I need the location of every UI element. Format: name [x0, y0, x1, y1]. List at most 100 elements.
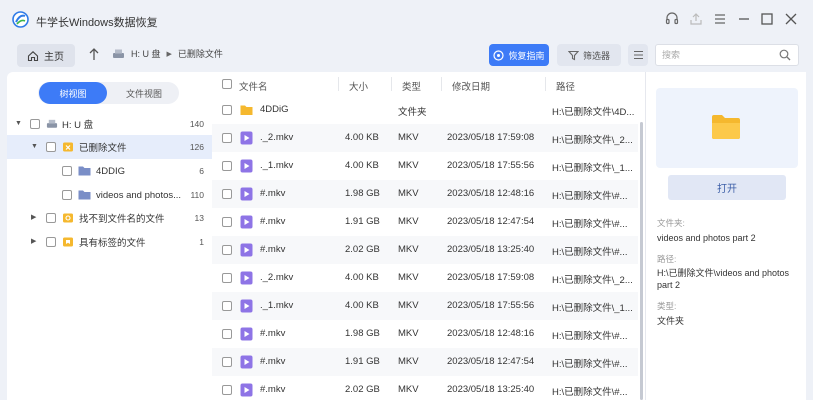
row-checkbox[interactable]: [222, 301, 232, 311]
row-checkbox[interactable]: [222, 105, 232, 115]
file-date-cell: 2023/05/18 12:47:54: [447, 216, 535, 227]
video-file-icon: [240, 271, 253, 285]
expand-arrow-icon[interactable]: ▼: [31, 143, 39, 151]
tab-tree-view[interactable]: 树视图: [39, 82, 107, 104]
tree-item-label: 具有标签的文件: [79, 238, 146, 249]
maximize-icon[interactable]: [758, 10, 776, 28]
tree-item-count: 1: [199, 237, 204, 247]
home-label: 主页: [44, 52, 64, 63]
file-size-cell: 4.00 KB: [345, 272, 379, 283]
tree-item-tagged-files[interactable]: ▶ 具有标签的文件 1: [7, 230, 212, 254]
file-list-table: 文件名 大小 类型 修改日期 路径 4DDiG 文件夹 H:\已删除文件\4D...…: [212, 72, 645, 400]
column-header-size[interactable]: 大小: [349, 79, 368, 93]
expand-arrow-icon[interactable]: ▼: [15, 120, 23, 128]
tree-item-drive[interactable]: ▼ H: U 盘 140: [7, 112, 212, 136]
file-size-cell: 1.91 GB: [345, 216, 380, 227]
column-divider[interactable]: [391, 77, 392, 91]
path-label: 路径:: [657, 254, 677, 264]
table-row[interactable]: #.mkv 1.98 GB MKV 2023/05/18 12:48:16 H:\已删除…: [212, 180, 638, 208]
recovery-guide-button[interactable]: 恢复指南: [489, 44, 549, 66]
tree-checkbox[interactable]: [46, 237, 56, 247]
expand-arrow-icon[interactable]: ▶: [31, 238, 39, 246]
tree-checkbox[interactable]: [46, 213, 56, 223]
row-checkbox[interactable]: [222, 161, 232, 171]
type-value: 文件夹: [657, 316, 685, 326]
file-type-cell: MKV: [398, 356, 419, 367]
column-header-date[interactable]: 修改日期: [452, 79, 490, 93]
file-type-cell: MKV: [398, 328, 419, 339]
folder-tree-panel: 树视图 文件视图 ▼ H: U 盘 140 ▼ 已删除文件 126 4DDIG …: [7, 72, 212, 400]
table-row[interactable]: #.mkv 2.02 GB MKV 2023/05/18 13:25:40 H:\已删除…: [212, 376, 638, 400]
search-input[interactable]: [656, 45, 766, 65]
file-size-cell: 1.91 GB: [345, 356, 380, 367]
column-divider[interactable]: [545, 77, 546, 91]
share-icon[interactable]: [687, 10, 705, 28]
row-checkbox[interactable]: [222, 329, 232, 339]
open-button[interactable]: 打开: [668, 175, 786, 200]
home-icon: [27, 50, 39, 61]
column-header-name[interactable]: 文件名: [239, 79, 268, 93]
file-path-cell: H:\已删除文件\#...: [552, 247, 628, 258]
minimize-icon[interactable]: [735, 10, 753, 28]
column-divider[interactable]: [441, 77, 442, 91]
table-row[interactable]: ._2.mkv 4.00 KB MKV 2023/05/18 17:59:08 H:\已…: [212, 264, 638, 292]
tree-checkbox[interactable]: [30, 119, 40, 129]
file-size-cell: 2.02 GB: [345, 244, 380, 255]
tree-checkbox[interactable]: [46, 142, 56, 152]
file-name-cell: #.mkv: [260, 384, 286, 395]
file-path-cell: H:\已删除文件\_2...: [552, 275, 633, 286]
table-row[interactable]: ._2.mkv 4.00 KB MKV 2023/05/18 17:59:08 H:\已…: [212, 124, 638, 152]
column-header-type[interactable]: 类型: [402, 79, 421, 93]
expand-arrow-icon[interactable]: ▶: [31, 214, 39, 222]
search-icon[interactable]: [779, 49, 791, 61]
file-name-cell: #.mkv: [260, 188, 286, 199]
arrow-up-icon[interactable]: [88, 47, 100, 61]
row-checkbox[interactable]: [222, 189, 232, 199]
row-checkbox[interactable]: [222, 385, 232, 395]
tree-item-videos-and-photos[interactable]: videos and photos... 110: [7, 183, 212, 207]
file-path-cell: H:\已删除文件\_2...: [552, 135, 633, 146]
close-icon[interactable]: [782, 10, 800, 28]
table-row[interactable]: #.mkv 1.98 GB MKV 2023/05/18 12:48:16 H:\已删除…: [212, 320, 638, 348]
menu-icon[interactable]: [711, 10, 729, 28]
file-path-cell: H:\已删除文件\#...: [552, 387, 628, 398]
table-row[interactable]: ._1.mkv 4.00 KB MKV 2023/05/18 17:55:56 H:\已…: [212, 152, 638, 180]
file-path-cell: H:\已删除文件\_1...: [552, 163, 633, 174]
vertical-scrollbar[interactable]: [640, 122, 643, 400]
table-row[interactable]: #.mkv 1.91 GB MKV 2023/05/18 12:47:54 H:\已删除…: [212, 348, 638, 376]
column-divider[interactable]: [338, 77, 339, 91]
home-button[interactable]: 主页: [17, 44, 75, 67]
row-checkbox[interactable]: [222, 245, 232, 255]
tree-item-label: 4DDIG: [96, 165, 126, 177]
file-date-cell: 2023/05/18 12:47:54: [447, 356, 535, 367]
folder-label: 文件夹:: [657, 218, 685, 228]
table-row[interactable]: 4DDiG 文件夹 H:\已删除文件\4D...: [212, 96, 638, 124]
row-checkbox[interactable]: [222, 273, 232, 283]
table-row[interactable]: ._1.mkv 4.00 KB MKV 2023/05/18 17:55:56 H:\已…: [212, 292, 638, 320]
select-all-checkbox[interactable]: [222, 79, 232, 89]
file-date-cell: 2023/05/18 12:48:16: [447, 328, 535, 339]
tree-item-4ddig[interactable]: 4DDIG 6: [7, 159, 212, 183]
breadcrumb-drive[interactable]: H: U 盘: [131, 47, 161, 60]
column-header-path[interactable]: 路径: [556, 79, 575, 93]
tree-item-deleted-files[interactable]: ▼ 已删除文件 126: [7, 135, 212, 159]
breadcrumb-folder[interactable]: 已删除文件: [178, 47, 223, 60]
tree-checkbox[interactable]: [62, 190, 72, 200]
tab-file-view[interactable]: 文件视图: [110, 82, 178, 104]
table-row[interactable]: #.mkv 1.91 GB MKV 2023/05/18 12:47:54 H:\已删除…: [212, 208, 638, 236]
file-type-cell: 文件夹: [398, 107, 427, 118]
file-size-cell: 4.00 KB: [345, 300, 379, 311]
row-checkbox[interactable]: [222, 357, 232, 367]
tree-checkbox[interactable]: [62, 166, 72, 176]
support-headset-icon[interactable]: [663, 10, 681, 28]
table-row[interactable]: #.mkv 2.02 GB MKV 2023/05/18 13:25:40 H:\已删除…: [212, 236, 638, 264]
filter-button[interactable]: 筛选器: [557, 44, 621, 66]
row-checkbox[interactable]: [222, 217, 232, 227]
row-checkbox[interactable]: [222, 133, 232, 143]
tree-item-label: videos and photos...: [96, 189, 182, 201]
list-view-button[interactable]: [628, 44, 648, 66]
tree-item-unnamed-files[interactable]: ▶ 找不到文件名的文件 13: [7, 206, 212, 230]
filter-label: 筛选器: [582, 50, 610, 61]
file-path-cell: H:\已删除文件\#...: [552, 331, 628, 342]
file-path-cell: H:\已删除文件\#...: [552, 191, 628, 202]
